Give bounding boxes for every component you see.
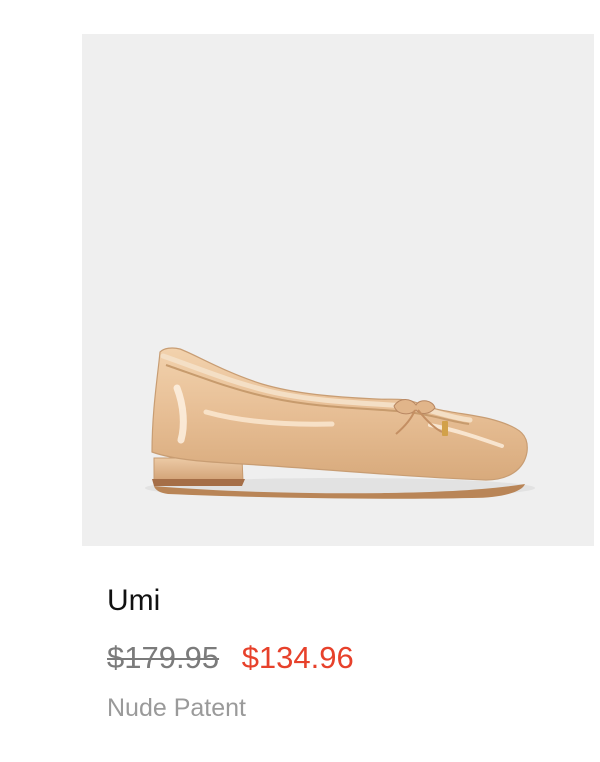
product-color: Nude Patent xyxy=(107,694,246,722)
product-image[interactable] xyxy=(82,34,594,546)
price-group: $179.95 $134.96 xyxy=(107,640,354,676)
product-card[interactable]: Umi $179.95 $134.96 Nude Patent xyxy=(0,0,600,762)
ballet-flat-shoe-icon xyxy=(145,347,535,499)
sale-price: $134.96 xyxy=(241,640,354,675)
original-price: $179.95 xyxy=(107,640,220,675)
product-page: Umi $179.95 $134.96 Nude Patent xyxy=(0,0,600,762)
product-name[interactable]: Umi xyxy=(107,584,160,618)
